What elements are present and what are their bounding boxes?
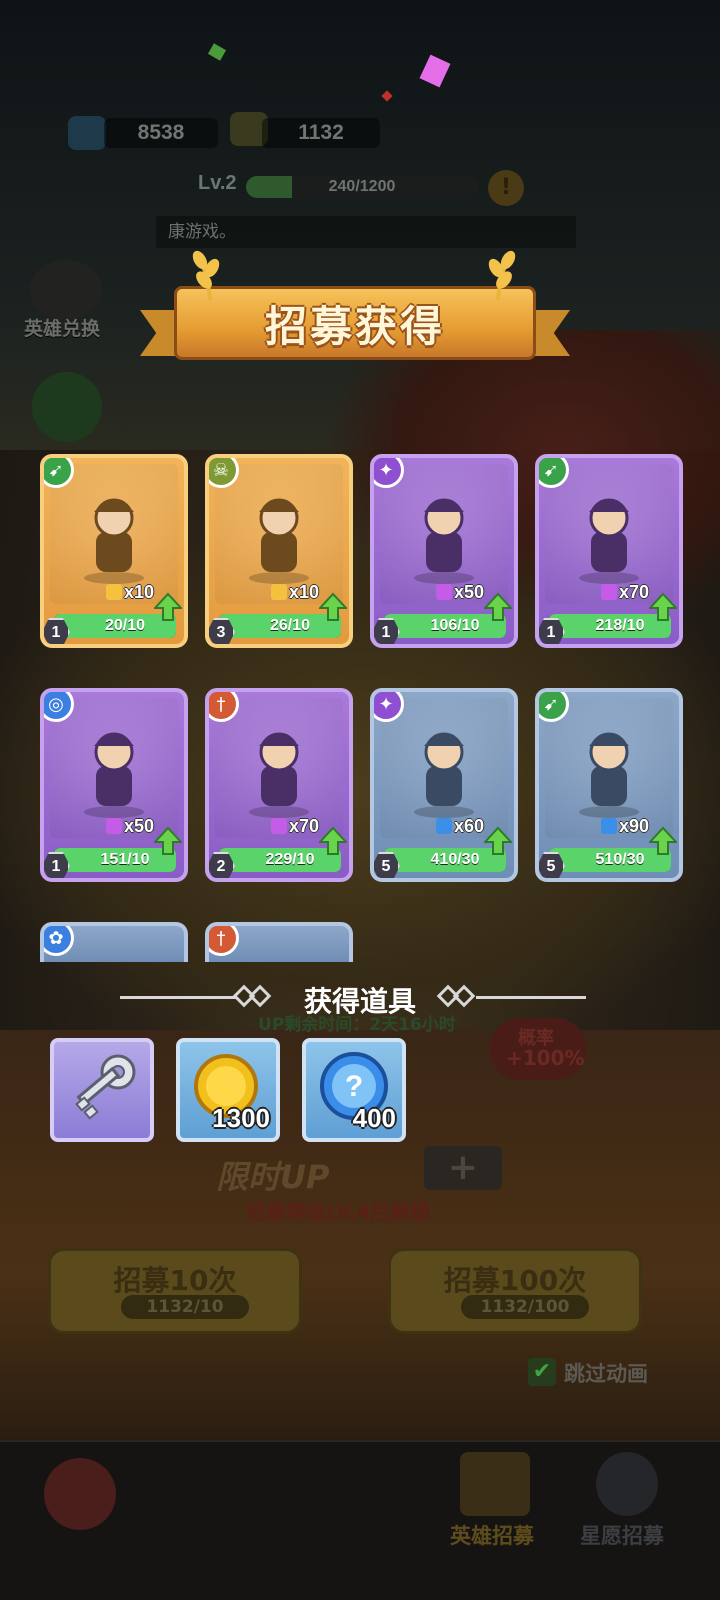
- hero-portrait-icon: [579, 498, 639, 584]
- battle-tab-icon[interactable]: [44, 1458, 116, 1530]
- hero-card-partial[interactable]: ✿: [40, 922, 188, 962]
- ticket-counter[interactable]: 1132: [262, 118, 380, 148]
- fragment-icon: [106, 584, 122, 600]
- star-recruit-tab-icon[interactable]: [596, 1452, 658, 1516]
- fragment-count: x60: [436, 816, 484, 837]
- hero-card[interactable]: † x70 229/10 2: [205, 688, 353, 882]
- hero-card[interactable]: ➹ x90 510/30 5: [535, 688, 683, 882]
- recruit-100-cost: 1132/100: [461, 1295, 589, 1319]
- item-mystery-orb[interactable]: ? 400: [302, 1038, 406, 1142]
- hero-card[interactable]: ◎ x50 151/10 1: [40, 688, 188, 882]
- fragment-icon: [436, 584, 452, 600]
- items-title: 获得道具: [303, 985, 416, 1018]
- hero-exchange-label: 英雄兑换: [24, 318, 101, 340]
- hero-portrait-icon: [579, 732, 639, 818]
- ticket-count: 1132: [298, 121, 344, 144]
- fragment-count-text: x10: [124, 582, 155, 602]
- fragment-count: x70: [601, 582, 649, 603]
- skip-animation-label: 跳过动画: [564, 1362, 648, 1386]
- fragment-count-text: x60: [454, 816, 485, 836]
- gem-icon: [68, 116, 106, 150]
- notice-ticker: 康游戏。: [156, 216, 576, 248]
- fragment-count: x90: [601, 816, 649, 837]
- hero-card-partial[interactable]: †: [205, 922, 353, 962]
- tab-hero-recruit[interactable]: 英雄招募: [450, 1520, 534, 1550]
- fragment-count-text: x50: [124, 816, 155, 836]
- fragment-icon: [436, 818, 452, 834]
- hero-card[interactable]: ✦ x60 410/30 5: [370, 688, 518, 882]
- hero-portrait-icon: [84, 498, 144, 584]
- recruit-100-button[interactable]: 招募100次 1132/100: [388, 1248, 642, 1334]
- upgrade-arrow-icon: [319, 826, 347, 855]
- upgrade-arrow-icon: [154, 826, 182, 855]
- player-level: Lv.2: [198, 172, 237, 194]
- fragment-icon: [601, 818, 617, 834]
- xp-text: 240/1200: [328, 178, 396, 195]
- tab-star-recruit[interactable]: 星愿招募: [580, 1520, 664, 1550]
- hero-portrait-icon: [414, 732, 474, 818]
- gem-count: 8538: [137, 121, 185, 144]
- divider-right: [476, 996, 586, 999]
- event-icon[interactable]: [32, 372, 102, 442]
- alert-icon[interactable]: !: [488, 170, 524, 206]
- upgrade-arrow-icon: [649, 826, 677, 855]
- item-gold-coin[interactable]: 1300: [176, 1038, 280, 1142]
- fragment-count: x70: [271, 816, 319, 837]
- fragment-icon: [271, 818, 287, 834]
- hero-recruit-tab-icon[interactable]: [460, 1452, 530, 1516]
- key-icon: [75, 1054, 136, 1120]
- fragment-count-text: x50: [454, 582, 485, 602]
- recruit-10-label: 招募10次: [113, 1264, 237, 1297]
- upgrade-arrow-icon: [319, 592, 347, 621]
- fragment-icon: [106, 818, 122, 834]
- recruit-10-cost: 1132/10: [121, 1295, 249, 1319]
- skip-animation-checkbox[interactable]: ✔: [528, 1358, 556, 1386]
- fragment-count: x50: [436, 582, 484, 603]
- hero-card[interactable]: ✦ x50 106/10 1: [370, 454, 518, 648]
- hero-portrait-icon: [84, 732, 144, 818]
- upgrade-arrow-icon: [484, 826, 512, 855]
- recruit-result-banner: 招募获得: [140, 248, 570, 360]
- fragment-count-text: x10: [289, 582, 320, 602]
- rate-value: +100%: [506, 1046, 585, 1070]
- fragment-count-text: x70: [289, 816, 320, 836]
- mystery-orb-qty: 400: [352, 1103, 396, 1133]
- class-paw-icon: ✿: [44, 926, 74, 956]
- fragment-count: x50: [106, 816, 154, 837]
- upgrade-arrow-icon: [154, 592, 182, 621]
- fragment-count: x10: [271, 582, 319, 603]
- fragment-count-text: x90: [619, 816, 650, 836]
- fragment-count-text: x70: [619, 582, 650, 602]
- fragment-icon: [271, 584, 287, 600]
- gold-coin-qty: 1300: [212, 1103, 270, 1133]
- laurel-left-icon: [192, 250, 220, 300]
- hero-card[interactable]: ☠ x10 26/10 3: [205, 454, 353, 648]
- add-slot-button[interactable]: +: [424, 1146, 502, 1190]
- hero-portrait-icon: [414, 498, 474, 584]
- hero-portrait-icon: [249, 498, 309, 584]
- upgrade-arrow-icon: [649, 592, 677, 621]
- fragment-count: x10: [106, 582, 154, 603]
- hero-portrait-icon: [249, 732, 309, 818]
- upgrade-arrow-icon: [484, 592, 512, 621]
- item-key[interactable]: [50, 1038, 154, 1142]
- laurel-right-icon: [488, 250, 516, 300]
- banner-title: 招募获得: [264, 301, 445, 351]
- limited-up-label: 限时UP: [216, 1158, 330, 1196]
- gem-counter[interactable]: 8538: [104, 118, 218, 148]
- hero-card[interactable]: ➹ x10 20/10 1: [40, 454, 188, 648]
- unlock-hint: 招募等级LV.4后解锁: [246, 1200, 431, 1224]
- class-sword-icon: †: [209, 926, 239, 956]
- hero-card[interactable]: ➹ x70 218/10 1: [535, 454, 683, 648]
- hero-exchange-icon[interactable]: [30, 260, 102, 320]
- svg-text:?: ?: [345, 1070, 363, 1103]
- fragment-icon: [601, 584, 617, 600]
- recruit-10-button[interactable]: 招募10次 1132/10: [48, 1248, 302, 1334]
- xp-bar: 240/1200: [246, 176, 478, 198]
- recruit-100-label: 招募100次: [443, 1264, 587, 1297]
